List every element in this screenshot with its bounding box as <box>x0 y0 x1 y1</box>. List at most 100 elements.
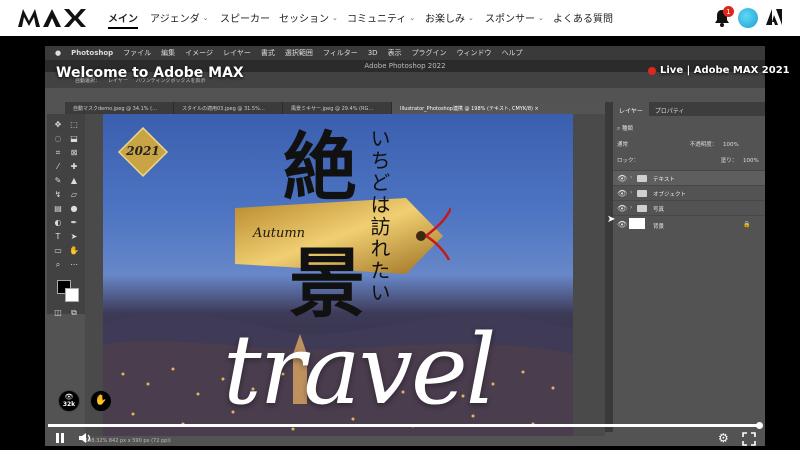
layer-name: 写真 <box>653 207 665 213</box>
nav-sponsors[interactable]: スポンサー ⌄ <box>485 10 544 26</box>
lock-icon: 🔒 <box>743 221 751 228</box>
chevron-down-icon: ⌄ <box>202 13 209 22</box>
volume-button[interactable] <box>78 432 92 444</box>
avatar[interactable] <box>738 8 758 28</box>
layers-panel: レイヤー プロパティ ⌕ 種類 通常 不透明度： 100% ロック： 塗り： 1… <box>613 102 765 436</box>
doc-tab: 自動マスクdemo.jpeg @ 34.1% (… <box>65 102 174 114</box>
live-indicator: Live | Adobe MAX 2021 <box>648 65 790 76</box>
adobe-icon[interactable] <box>766 9 782 25</box>
eye-icon: 👁 <box>617 220 628 229</box>
chevron-down-icon: ⌄ <box>332 13 338 22</box>
menu-item: ヘルプ <box>501 49 523 57</box>
chevron-down-icon: ⌄ <box>468 13 474 22</box>
notification-badge: 1 <box>723 6 734 17</box>
layer-name: オブジェクト <box>653 192 687 198</box>
adobe-max-logo[interactable] <box>18 9 88 27</box>
clap-icon: ✋ <box>94 395 108 406</box>
nav-sponsors-label: スポンサー <box>485 14 535 25</box>
video-player[interactable]: ● Photoshop ファイル 編集 イメージ レイヤー 書式 選択範囲 フィ… <box>0 36 800 450</box>
nav-community[interactable]: コミュニティ ⌄ <box>347 10 415 26</box>
nav-sessions-label: セッション <box>279 14 329 25</box>
fill-label: 塗り： <box>720 158 738 164</box>
stamp-icon: ▲ <box>70 176 78 185</box>
menu-item: 3D <box>367 49 378 57</box>
nav-agenda[interactable]: アジェンダ ⌄ <box>150 10 209 26</box>
dodge-icon: ◐ <box>54 218 62 227</box>
move-tool-icon: ✥ <box>54 120 62 129</box>
settings-button[interactable]: ⚙ <box>718 431 732 445</box>
filter-kind: 種類 <box>621 126 633 132</box>
nav-speakers-label: スピーカー <box>220 14 270 25</box>
menu-item: イメージ <box>185 49 214 57</box>
nav-speakers[interactable]: スピーカー <box>220 10 270 25</box>
stream-title: Welcome to Adobe MAX <box>56 65 244 81</box>
kanji-1: 絶 <box>283 125 357 211</box>
doc-tab-active: Illustrator_Photoshop連携 @ 198% (テキスト, CM… <box>392 102 610 114</box>
site-header: メイン アジェンダ ⌄ スピーカー セッション ⌄ コミュニティ ⌄ お楽しみ … <box>0 0 800 36</box>
rectangle-icon: ▭ <box>54 246 62 255</box>
nav-fun[interactable]: お楽しみ ⌄ <box>425 10 474 26</box>
chevron-right-icon: › <box>630 204 633 211</box>
progress-fill <box>48 424 760 427</box>
nav-main[interactable]: メイン <box>108 10 138 29</box>
opacity-label: 不透明度： <box>689 142 718 148</box>
menu-app: Photoshop <box>71 49 114 57</box>
lock-label: ロック： <box>617 158 640 164</box>
live-text: Live | Adobe MAX 2021 <box>660 65 790 76</box>
menu-item: フィルター <box>322 49 358 57</box>
chevron-down-icon: ⌄ <box>538 13 544 22</box>
nav-sessions[interactable]: セッション ⌄ <box>279 10 338 26</box>
doc-tab: スタイルの適用03.jpeg @ 31.5%… <box>174 102 283 114</box>
menu-item: ウィンドウ <box>456 49 492 57</box>
layer-name: 背景 <box>653 224 665 230</box>
nav-faq[interactable]: よくある質問 <box>553 10 613 25</box>
more-tools-icon: ⋯ <box>70 260 78 269</box>
mac-menubar: ● Photoshop ファイル 編集 イメージ レイヤー 書式 選択範囲 フィ… <box>45 46 765 60</box>
layer-row: 👁 › 写真 <box>613 200 765 215</box>
healing-icon: ✚ <box>70 162 78 171</box>
brush-icon: ✎ <box>54 176 62 185</box>
layer-name: テキスト <box>653 177 675 183</box>
menu-item: プラグイン <box>411 49 447 57</box>
apple-icon: ● <box>55 49 62 57</box>
folder-icon <box>637 175 647 182</box>
eye-icon: 👁 <box>617 174 628 183</box>
eye-icon: 👁 <box>64 393 74 401</box>
type-tool-icon: T <box>55 232 61 241</box>
history-brush-icon: ↯ <box>54 190 62 199</box>
progress-knob[interactable] <box>756 422 763 429</box>
object-select-icon: ⬓ <box>70 134 78 143</box>
fullscreen-button[interactable] <box>742 431 756 446</box>
fill-value: 100% <box>743 158 759 164</box>
fullscreen-icon <box>742 432 756 446</box>
pause-button[interactable] <box>54 432 66 444</box>
year-badge: 2021 <box>126 144 160 158</box>
screen-mode-icon: ⧉ <box>71 308 77 317</box>
eye-icon: 👁 <box>617 204 628 213</box>
photoshop-window: ● Photoshop ファイル 編集 イメージ レイヤー 書式 選択範囲 フィ… <box>45 46 765 446</box>
nav-fun-label: お楽しみ <box>425 14 465 25</box>
menu-item: レイヤー <box>223 49 251 57</box>
nav-agenda-label: アジェンダ <box>150 14 200 25</box>
views-count: 32k <box>62 401 76 408</box>
lasso-tool-icon: ◌ <box>54 134 62 143</box>
tab-properties: プロパティ <box>654 108 685 115</box>
gear-icon: ⚙ <box>718 431 729 445</box>
mouse-cursor-icon: ➤ <box>607 214 616 225</box>
menu-item: 書式 <box>260 49 275 57</box>
doc-tab: 風景ミキサー.jpeg @ 29.4% (RG… <box>283 102 392 114</box>
views-button[interactable]: 👁 32k <box>58 390 80 412</box>
speaker-icon <box>79 433 91 443</box>
lock-row: ロック： 塗り： 100% <box>617 156 759 164</box>
crop-tool-icon: ⌗ <box>55 148 61 157</box>
layer-filter: ⌕ 種類 <box>617 124 633 133</box>
quick-mask-icon: ◫ <box>54 308 62 317</box>
document-tabs: 自動マスクdemo.jpeg @ 34.1% (… スタイルの適用03.jpeg… <box>65 102 610 114</box>
clap-button[interactable]: ✋ <box>90 390 112 412</box>
layer-thumbnail <box>629 218 645 229</box>
marquee-tool-icon: ⬚ <box>70 120 78 129</box>
poster-artwork: 2021 Autumn 絶 景 いちどは訪れたい travel <box>103 114 573 436</box>
folder-icon <box>637 205 647 212</box>
menu-item: 表示 <box>387 49 402 57</box>
progress-bar[interactable] <box>48 422 763 429</box>
